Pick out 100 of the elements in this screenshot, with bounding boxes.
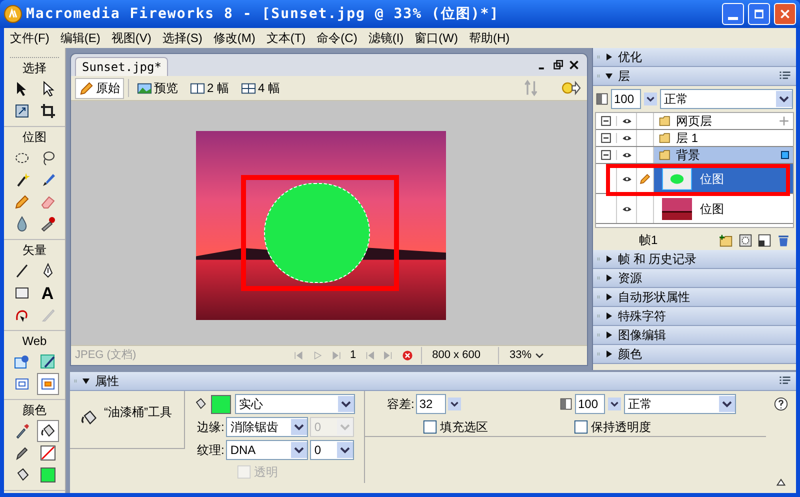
texture-amount-field[interactable]: 0 bbox=[310, 440, 354, 460]
scale-icon bbox=[14, 103, 30, 119]
panel-header[interactable]: 属性 bbox=[70, 372, 796, 391]
caret-icon bbox=[535, 351, 544, 360]
opacity-icon bbox=[560, 396, 572, 412]
panel-header[interactable]: 帧 和 历史记录 bbox=[593, 250, 796, 269]
fill-color-swatch[interactable] bbox=[211, 394, 231, 414]
checkbox[interactable]: 填充选区 bbox=[423, 418, 560, 436]
two-panes-icon bbox=[190, 80, 205, 96]
unchecked-box-icon bbox=[237, 465, 251, 479]
tool-name: “油漆桶”工具 bbox=[104, 404, 172, 421]
field-label: 纹理: bbox=[197, 442, 224, 459]
layer-row[interactable]: 位图 bbox=[596, 194, 793, 224]
panel-header[interactable]: 图像编辑 bbox=[593, 326, 796, 345]
frame-number: 1 bbox=[350, 348, 356, 364]
collapse-icon bbox=[601, 133, 611, 143]
menu-item[interactable]: 窗口(W) bbox=[414, 29, 458, 47]
marquee-icon bbox=[14, 150, 30, 166]
unchecked-box-icon bbox=[423, 420, 437, 434]
blend-mode-dropdown[interactable]: 正常 bbox=[624, 394, 736, 414]
zoom-dropdown[interactable]: 33% bbox=[498, 347, 544, 364]
options-menu-icon[interactable] bbox=[778, 70, 792, 82]
new-folder-icon[interactable] bbox=[719, 234, 733, 246]
tolerance-field[interactable]: 32 bbox=[416, 394, 446, 414]
triangle-right-icon bbox=[605, 255, 613, 263]
pencil-icon bbox=[14, 445, 30, 461]
stamp-icon bbox=[40, 216, 56, 232]
triangle-right-icon bbox=[605, 53, 613, 61]
trash-icon[interactable] bbox=[777, 234, 790, 246]
crop-icon bbox=[40, 103, 56, 119]
menu-item[interactable]: 文本(T) bbox=[266, 29, 306, 47]
knife-icon bbox=[40, 307, 56, 323]
panel-header[interactable]: 颜色 bbox=[593, 345, 796, 364]
four-panes-icon bbox=[241, 80, 256, 96]
blend-mode-dropdown[interactable]: 正常 bbox=[660, 89, 793, 109]
triangle-down-icon bbox=[82, 377, 90, 385]
panel-header[interactable]: 层 bbox=[593, 67, 796, 86]
panel-header[interactable]: 自动形状属性 bbox=[593, 288, 796, 307]
fill-color-icon bbox=[40, 467, 56, 483]
document-format: JPEG (文档) bbox=[75, 348, 138, 364]
view-tab[interactable]: 预览 bbox=[133, 78, 182, 98]
restore-icon[interactable] bbox=[553, 60, 563, 70]
menu-item[interactable]: 文件(F) bbox=[10, 29, 50, 47]
stop-icon[interactable] bbox=[402, 350, 414, 361]
new-layer-icon[interactable] bbox=[758, 234, 771, 246]
show-slices-icon bbox=[40, 376, 56, 392]
slice-icon bbox=[40, 354, 56, 370]
tool-button[interactable] bbox=[36, 420, 58, 442]
opacity-field[interactable]: 100 bbox=[611, 89, 641, 109]
canvas-size: 800 x 600 bbox=[421, 347, 490, 364]
menu-item[interactable]: 帮助(H) bbox=[468, 29, 510, 47]
panel-header[interactable]: 优化 bbox=[593, 48, 796, 67]
section-label: 颜色 bbox=[22, 402, 46, 419]
circle-thumbnail bbox=[662, 168, 692, 190]
panel-header[interactable]: 资源 bbox=[593, 269, 796, 288]
layer-row[interactable]: 网页层 bbox=[596, 113, 793, 130]
maximize-button[interactable] bbox=[748, 3, 770, 25]
frame-label: 帧1 bbox=[638, 232, 659, 249]
triangle-right-icon bbox=[605, 312, 613, 320]
menu-item[interactable]: 修改(M) bbox=[213, 29, 256, 47]
opacity-field[interactable]: 100 bbox=[575, 394, 605, 414]
document-tab[interactable]: Sunset.jpg* bbox=[75, 57, 168, 76]
minimize-button[interactable] bbox=[722, 3, 744, 25]
folder-icon bbox=[658, 149, 672, 161]
mask-icon[interactable] bbox=[739, 234, 752, 246]
menu-item[interactable]: 编辑(E) bbox=[60, 29, 100, 47]
text-tool-button[interactable]: A bbox=[36, 282, 58, 304]
selection-square-icon bbox=[781, 151, 789, 159]
checkbox[interactable]: 保持透明度 bbox=[574, 418, 766, 436]
layer-name: 位图 bbox=[700, 200, 724, 218]
menu-item[interactable]: 选择(S) bbox=[162, 29, 202, 47]
app-logo-icon bbox=[4, 5, 22, 23]
view-tab[interactable]: 4 幅 bbox=[237, 78, 284, 98]
help-icon[interactable] bbox=[774, 397, 788, 411]
fill-type-dropdown[interactable]: 实心 bbox=[235, 394, 355, 414]
menu-item[interactable]: 滤镜(I) bbox=[368, 29, 404, 47]
hotspot-icon bbox=[14, 354, 30, 370]
layer-name: 位图 bbox=[700, 170, 724, 188]
section-label: 选择 bbox=[22, 60, 46, 77]
texture-dropdown[interactable]: DNA bbox=[226, 440, 308, 460]
section-label: 位图 bbox=[22, 129, 46, 146]
photo-thumbnail bbox=[662, 198, 692, 220]
menu-item[interactable]: 视图(V) bbox=[111, 29, 152, 47]
options-menu-icon[interactable] bbox=[778, 375, 792, 387]
folder-icon bbox=[658, 132, 672, 144]
collapse-triangle-icon[interactable] bbox=[774, 477, 788, 487]
triangle-right-icon bbox=[605, 331, 613, 339]
close-button[interactable] bbox=[774, 3, 796, 25]
window-title: Macromedia Fireworks 8 - [Sunset.jpg @ 33% (位图)*] bbox=[26, 4, 500, 24]
triangle-right-icon bbox=[605, 350, 613, 358]
menu-item[interactable]: 命令(C) bbox=[316, 29, 358, 47]
move-handle-icon bbox=[779, 116, 789, 126]
view-tab[interactable]: 原始 bbox=[75, 78, 124, 98]
close-icon[interactable] bbox=[569, 60, 579, 70]
edge-dropdown[interactable]: 消除锯齿 bbox=[226, 417, 308, 437]
caret-icon bbox=[337, 441, 354, 459]
caret-icon bbox=[776, 90, 792, 108]
view-tab[interactable]: 2 幅 bbox=[186, 78, 234, 98]
panel-header[interactable]: 特殊字符 bbox=[593, 307, 796, 326]
caret-icon bbox=[719, 395, 735, 413]
